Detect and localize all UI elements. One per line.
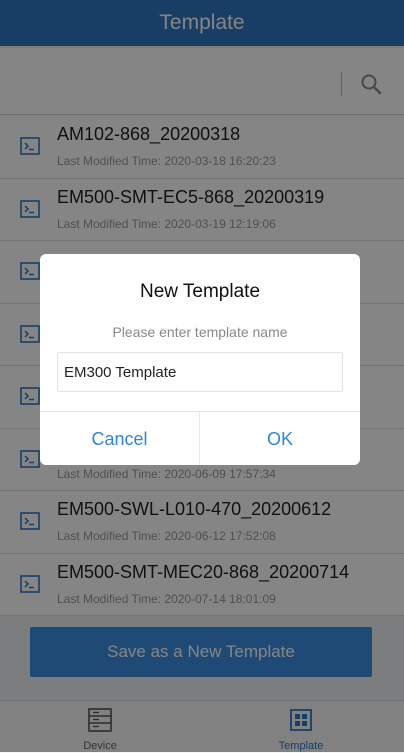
dialog-message: Please enter template name: [112, 324, 288, 340]
new-template-dialog: New Template Please enter template name …: [40, 254, 360, 465]
cancel-button[interactable]: Cancel: [40, 412, 200, 465]
template-name-input[interactable]: [57, 352, 343, 392]
dialog-title: New Template: [139, 281, 261, 302]
dialog-actions: Cancel OK: [40, 411, 360, 465]
ok-button[interactable]: OK: [200, 412, 360, 465]
